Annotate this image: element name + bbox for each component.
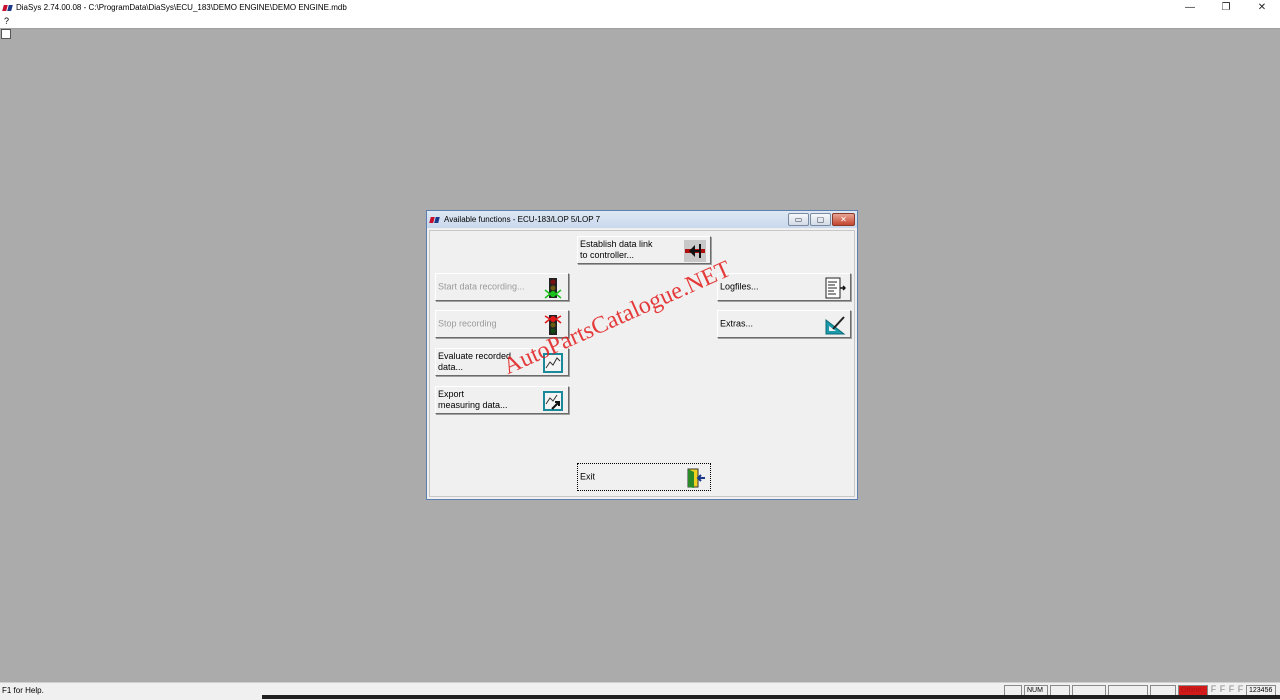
dialog-title: Available functions - ECU-183/LOP 5/LOP … <box>444 215 601 224</box>
exit-button[interactable]: Exit <box>577 463 711 491</box>
window-controls: — ❐ ✕ <box>1172 0 1280 15</box>
dialog-titlebar: Available functions - ECU-183/LOP 5/LOP … <box>427 211 857 228</box>
app-titlebar: DiaSys 2.74.00.08 - C:\ProgramData\DiaSy… <box>0 0 1280 15</box>
extras-button[interactable]: Extras... <box>717 310 851 338</box>
export-data-button[interactable]: Export measuring data... <box>435 386 569 414</box>
traffic-light-green-icon <box>544 278 562 299</box>
exit-label: Exit <box>580 471 596 482</box>
dialog-controls: ▭ ▢ ✕ <box>788 213 855 226</box>
export-data-label: Export measuring data... <box>438 389 508 410</box>
menu-help[interactable]: ? <box>4 15 9 28</box>
stop-recording-label: Stop recording <box>438 318 497 329</box>
dialog-logo-icon <box>429 216 440 223</box>
document-list-icon <box>825 277 846 299</box>
logfiles-label: Logfiles... <box>720 281 759 292</box>
status-help-text: F1 for Help. <box>2 686 44 695</box>
traffic-light-red-icon <box>544 315 562 335</box>
stop-recording-button[interactable]: Stop recording <box>435 310 569 338</box>
logfiles-button[interactable]: Logfiles... <box>717 273 851 301</box>
dialog-minimize-button[interactable]: ▭ <box>788 213 809 226</box>
extras-label: Extras... <box>720 318 754 329</box>
available-functions-dialog: Available functions - ECU-183/LOP 5/LOP … <box>426 210 858 500</box>
minimize-button[interactable]: — <box>1172 0 1208 15</box>
menu-bar: ? <box>0 15 1280 29</box>
establish-link-button[interactable]: Establish data link to controller... <box>577 236 711 264</box>
export-chart-icon <box>543 391 563 411</box>
exit-door-icon <box>687 468 705 488</box>
evaluate-data-label: Evaluate recorded data... <box>438 351 512 372</box>
app-logo-icon <box>2 4 13 11</box>
link-arrow-icon <box>684 240 706 262</box>
restore-button[interactable]: ❐ <box>1208 0 1244 15</box>
close-button[interactable]: ✕ <box>1244 0 1280 15</box>
set-square-pen-icon <box>825 316 846 335</box>
start-recording-button[interactable]: Start data recording... <box>435 273 569 301</box>
window-title: DiaSys 2.74.00.08 - C:\ProgramData\DiaSy… <box>16 3 347 12</box>
evaluate-data-button[interactable]: Evaluate recorded data... <box>435 348 569 376</box>
chart-monitor-icon <box>543 353 563 373</box>
dialog-body: Establish data link to controller... Sta… <box>429 230 855 497</box>
dialog-close-button[interactable]: ✕ <box>832 213 855 226</box>
start-recording-label: Start data recording... <box>438 281 525 292</box>
taskbar-strip <box>262 695 1280 699</box>
dialog-restore-button[interactable]: ▢ <box>810 213 831 226</box>
mdi-child-restore-icon[interactable] <box>1 29 11 39</box>
establish-link-label: Establish data link to controller... <box>580 239 653 260</box>
